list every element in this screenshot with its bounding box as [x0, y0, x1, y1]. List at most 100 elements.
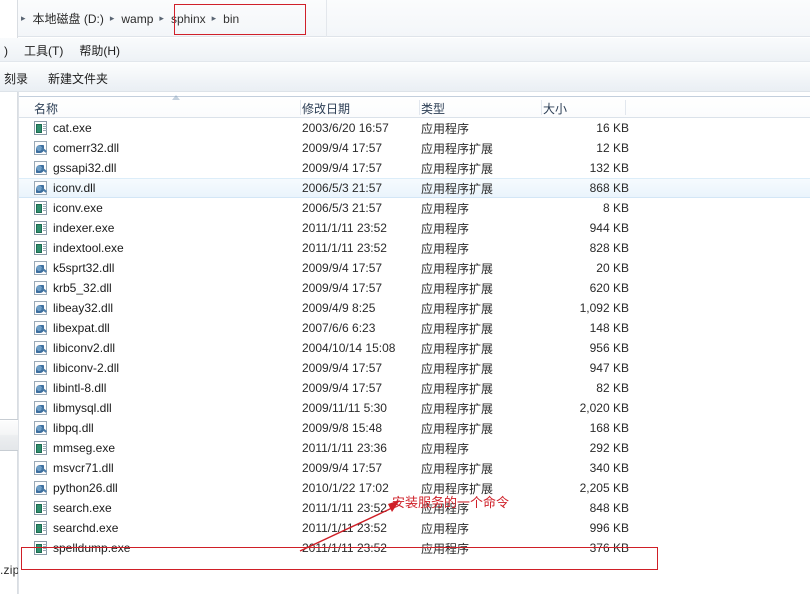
- exe-file-icon: [34, 121, 47, 135]
- file-date-cell: 2009/9/4 17:57: [302, 361, 383, 375]
- file-name-cell[interactable]: python26.dll: [34, 481, 118, 495]
- file-name-cell[interactable]: krb5_32.dll: [34, 281, 112, 295]
- column-divider[interactable]: [541, 100, 542, 115]
- file-name-cell[interactable]: cat.exe: [34, 121, 92, 135]
- file-date-cell: 2009/9/4 17:57: [302, 141, 383, 155]
- file-list-rows[interactable]: cat.exe 2003/6/20 16:57 应用程序 16 KB comerr32.…: [19, 118, 810, 594]
- file-name-cell[interactable]: libmysql.dll: [34, 401, 112, 415]
- file-row[interactable]: python26.dll 2010/1/22 17:02 应用程序扩展 2,205 K…: [19, 478, 810, 498]
- menu-items[interactable]: ) 工具(T) 帮助(H): [0, 41, 128, 60]
- breadcrumb-item-drive-d[interactable]: 本地磁盘 (D:): [28, 9, 109, 28]
- column-header-row[interactable]: 名称 修改日期 类型 大小: [19, 96, 810, 118]
- file-name-cell[interactable]: libeay32.dll: [34, 301, 113, 315]
- file-row[interactable]: k5sprt32.dll 2009/9/4 17:57 应用程序扩展 20 KB: [19, 258, 810, 278]
- chevron-right-icon[interactable]: ▸: [109, 9, 117, 28]
- chevron-right-icon[interactable]: ▸: [158, 9, 166, 28]
- address-bar[interactable]: ▸ 本地磁盘 (D:) ▸ wamp ▸ sphinx ▸ bin: [18, 0, 810, 37]
- column-divider[interactable]: [300, 100, 301, 115]
- file-name-cell[interactable]: comerr32.dll: [34, 141, 119, 155]
- column-header-name[interactable]: 名称: [34, 100, 58, 117]
- file-row[interactable]: comerr32.dll 2009/9/4 17:57 应用程序扩展 12 KB: [19, 138, 810, 158]
- file-row[interactable]: libiconv2.dll 2004/10/14 15:08 应用程序扩展 956 K…: [19, 338, 810, 358]
- file-name-label: libpq.dll: [53, 421, 94, 435]
- dll-file-icon: [34, 181, 47, 195]
- file-row[interactable]: search.exe 2011/1/11 23:52 应用程序 848 KB: [19, 498, 810, 518]
- file-date-cell: 2011/1/11 23:52: [302, 221, 387, 235]
- file-row[interactable]: libmysql.dll 2009/11/11 5:30 应用程序扩展 2,020 K…: [19, 398, 810, 418]
- file-row[interactable]: indexer.exe 2011/1/11 23:52 应用程序 944 KB: [19, 218, 810, 238]
- file-type-cell: 应用程序扩展: [421, 361, 494, 376]
- file-row[interactable]: msvcr71.dll 2009/9/4 17:57 应用程序扩展 340 KB: [19, 458, 810, 478]
- file-name-cell[interactable]: iconv.exe: [34, 201, 103, 215]
- file-row[interactable]: libexpat.dll 2007/6/6 6:23 应用程序扩展 148 KB: [19, 318, 810, 338]
- file-name-cell[interactable]: libiconv-2.dll: [34, 361, 119, 375]
- exe-file-icon: [34, 201, 47, 215]
- file-row[interactable]: mmseg.exe 2011/1/11 23:36 应用程序 292 KB: [19, 438, 810, 458]
- file-row[interactable]: cat.exe 2003/6/20 16:57 应用程序 16 KB: [19, 118, 810, 138]
- file-row[interactable]: libpq.dll 2009/9/8 15:48 应用程序扩展 168 KB: [19, 418, 810, 438]
- file-name-cell[interactable]: indexer.exe: [34, 221, 114, 235]
- file-row[interactable]: krb5_32.dll 2009/9/4 17:57 应用程序扩展 620 KB: [19, 278, 810, 298]
- file-size-cell: 8 KB: [602, 201, 629, 215]
- file-row[interactable]: iconv.exe 2006/5/3 21:57 应用程序 8 KB: [19, 198, 810, 218]
- command-toolbar[interactable]: 刻录 新建文件夹: [0, 62, 810, 92]
- file-date-cell: 2009/9/4 17:57: [302, 281, 383, 295]
- file-name-cell[interactable]: gssapi32.dll: [34, 161, 116, 175]
- file-date-cell: 2007/6/6 6:23: [302, 321, 376, 335]
- new-folder-button[interactable]: 新建文件夹: [38, 68, 118, 89]
- file-date-cell: 2011/1/11 23:52: [302, 501, 387, 515]
- file-type-cell: 应用程序扩展: [421, 321, 494, 336]
- file-name-cell[interactable]: msvcr71.dll: [34, 461, 114, 475]
- menu-item-tools[interactable]: 工具(T): [16, 41, 71, 60]
- file-name-cell[interactable]: k5sprt32.dll: [34, 261, 114, 275]
- file-type-cell: 应用程序扩展: [421, 301, 494, 316]
- file-name-cell[interactable]: indextool.exe: [34, 241, 124, 255]
- file-size-cell: 16 KB: [596, 121, 629, 135]
- column-header-type[interactable]: 类型: [421, 100, 445, 117]
- file-name-cell[interactable]: libintl-8.dll: [34, 381, 106, 395]
- file-name-cell[interactable]: libpq.dll: [34, 421, 94, 435]
- file-row[interactable]: indextool.exe 2011/1/11 23:52 应用程序 828 KB: [19, 238, 810, 258]
- column-header-date[interactable]: 修改日期: [302, 100, 350, 117]
- file-name-cell[interactable]: spelldump.exe: [34, 541, 130, 555]
- file-row[interactable]: spelldump.exe 2011/1/11 23:52 应用程序 376 KB: [19, 538, 810, 558]
- dll-file-icon: [34, 361, 47, 375]
- chevron-right-icon[interactable]: ▸: [20, 9, 28, 28]
- menu-item-partial[interactable]: ): [0, 43, 16, 59]
- file-type-cell: 应用程序: [421, 201, 470, 216]
- file-size-cell: 12 KB: [596, 141, 629, 155]
- menu-bar[interactable]: ) 工具(T) 帮助(H): [0, 38, 810, 62]
- file-size-cell: 944 KB: [589, 221, 629, 235]
- file-name-cell[interactable]: searchd.exe: [34, 521, 118, 535]
- file-date-cell: 2006/5/3 21:57: [302, 201, 383, 215]
- file-type-cell: 应用程序: [421, 221, 470, 236]
- file-row[interactable]: searchd.exe 2011/1/11 23:52 应用程序 996 KB: [19, 518, 810, 538]
- file-date-cell: 2011/1/11 23:52: [302, 541, 387, 555]
- file-date-cell: 2003/6/20 16:57: [302, 121, 389, 135]
- file-row[interactable]: libiconv-2.dll 2009/9/4 17:57 应用程序扩展 947 KB: [19, 358, 810, 378]
- file-row[interactable]: libeay32.dll 2009/4/9 8:25 应用程序扩展 1,092 KB: [19, 298, 810, 318]
- file-row[interactable]: iconv.dll 2006/5/3 21:57 应用程序扩展 868 KB: [19, 178, 810, 198]
- burn-button[interactable]: 刻录: [0, 68, 38, 89]
- dll-file-icon: [34, 281, 47, 295]
- file-size-cell: 20 KB: [596, 261, 629, 275]
- file-size-cell: 620 KB: [589, 281, 629, 295]
- file-row[interactable]: gssapi32.dll 2009/9/4 17:57 应用程序扩展 132 KB: [19, 158, 810, 178]
- column-header-size[interactable]: 大小: [543, 100, 567, 117]
- menu-item-help[interactable]: 帮助(H): [71, 41, 128, 60]
- exe-file-icon: [34, 521, 47, 535]
- column-divider[interactable]: [625, 100, 626, 115]
- file-name-cell[interactable]: mmseg.exe: [34, 441, 115, 455]
- file-name-cell[interactable]: search.exe: [34, 501, 112, 515]
- breadcrumb-item-wamp[interactable]: wamp: [116, 11, 158, 27]
- column-divider[interactable]: [419, 100, 420, 115]
- file-name-cell[interactable]: libiconv2.dll: [34, 341, 115, 355]
- file-row[interactable]: libintl-8.dll 2009/9/4 17:57 应用程序扩展 82 KB: [19, 378, 810, 398]
- toolbar-items[interactable]: 刻录 新建文件夹: [0, 68, 118, 89]
- file-type-cell: 应用程序扩展: [421, 281, 494, 296]
- file-type-cell: 应用程序扩展: [421, 401, 494, 416]
- file-name-cell[interactable]: iconv.dll: [34, 181, 95, 195]
- file-type-cell: 应用程序扩展: [421, 161, 494, 176]
- exe-file-icon: [34, 441, 47, 455]
- file-name-cell[interactable]: libexpat.dll: [34, 321, 110, 335]
